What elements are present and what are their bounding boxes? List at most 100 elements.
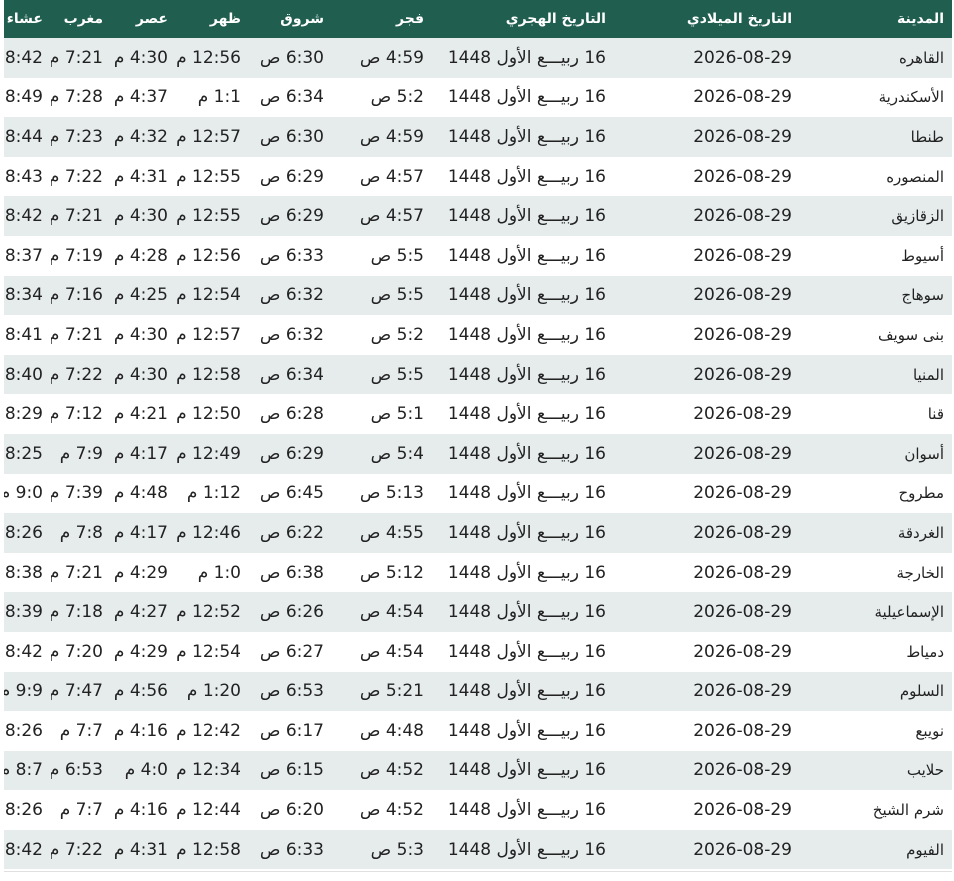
cell-gregorian-date: 2026-08-29	[693, 206, 792, 227]
cell-asr: 4:30 م	[113, 47, 168, 68]
cell-dhuhr: 12:50 م	[176, 404, 241, 425]
cell-city: قنا	[927, 405, 944, 424]
table-row: شرم الشيخ 2026-08-29 16 ربيـــع الأول 1448…	[4, 790, 952, 830]
cell-maghrib: 6:53 م	[51, 760, 103, 781]
cell-asr: 4:31 م	[113, 839, 168, 860]
table-row: القاهره 2026-08-29 16 ربيـــع الأول 1448 4:…	[4, 38, 952, 78]
cell-sunrise: 6:32 ص	[259, 285, 324, 306]
header-dhuhr: ظهر	[209, 11, 241, 27]
cell-dhuhr: 1:0 م	[197, 562, 241, 583]
cell-fajr: 4:59 ص	[359, 126, 424, 147]
cell-sunrise: 6:53 ص	[259, 681, 324, 702]
cell-fajr: 5:5 ص	[370, 364, 424, 385]
cell-maghrib: 7:16 م	[51, 285, 103, 306]
cell-asr: 4:17 م	[113, 443, 168, 464]
cell-sunrise: 6:30 ص	[259, 47, 324, 68]
cell-isha: 8:44 م	[4, 126, 43, 147]
cell-city: طنطا	[910, 127, 944, 146]
cell-maghrib: 7:7 م	[59, 720, 103, 741]
cell-fajr: 4:59 ص	[359, 47, 424, 68]
cell-gregorian-date: 2026-08-29	[693, 522, 792, 543]
cell-isha: 8:42 م	[4, 47, 43, 68]
cell-fajr: 5:21 ص	[359, 681, 424, 702]
cell-gregorian-date: 2026-08-29	[693, 126, 792, 147]
cell-hijri-date: 16 ربيـــع الأول 1448	[447, 839, 606, 860]
cell-dhuhr: 12:46 م	[176, 522, 241, 543]
cell-asr: 4:0 م	[124, 760, 168, 781]
cell-hijri-date: 16 ربيـــع الأول 1448	[447, 285, 606, 306]
cell-maghrib: 7:9 م	[59, 443, 103, 464]
cell-dhuhr: 12:57 م	[176, 126, 241, 147]
table-row: الأسكندرية 2026-08-29 16 ربيـــع الأول 144…	[4, 77, 952, 118]
cell-fajr: 4:57 ص	[359, 166, 424, 187]
cell-fajr: 5:13 ص	[359, 483, 424, 504]
cell-isha: 8:34 م	[4, 285, 43, 306]
cell-hijri-date: 16 ربيـــع الأول 1448	[447, 324, 606, 345]
cell-isha: 8:29 م	[4, 404, 43, 425]
cell-hijri-date: 16 ربيـــع الأول 1448	[447, 641, 606, 662]
table-bottom-divider	[4, 871, 952, 872]
cell-hijri-date: 16 ربيـــع الأول 1448	[447, 245, 606, 266]
cell-asr: 4:56 م	[113, 681, 168, 702]
cell-gregorian-date: 2026-08-29	[693, 602, 792, 623]
cell-asr: 4:16 م	[113, 720, 168, 741]
cell-gregorian-date: 2026-08-29	[693, 839, 792, 860]
cell-sunrise: 6:17 ص	[259, 720, 324, 741]
cell-fajr: 4:52 ص	[359, 760, 424, 781]
cell-city: الغردقة	[897, 523, 944, 542]
header-maghrib: مغرب	[63, 11, 103, 27]
cell-maghrib: 7:23 م	[51, 126, 103, 147]
cell-hijri-date: 16 ربيـــع الأول 1448	[447, 681, 606, 702]
cell-asr: 4:32 م	[113, 126, 168, 147]
cell-gregorian-date: 2026-08-29	[693, 285, 792, 306]
cell-maghrib: 7:21 م	[51, 324, 103, 345]
cell-city: الزقازيق	[891, 207, 944, 226]
cell-isha: 8:49 م	[4, 87, 43, 108]
cell-isha: 9:0 م	[4, 483, 43, 504]
cell-isha: 8:26 م	[4, 522, 43, 543]
cell-asr: 4:27 م	[113, 602, 168, 623]
cell-hijri-date: 16 ربيـــع الأول 1448	[447, 443, 606, 464]
cell-isha: 8:43 م	[4, 166, 43, 187]
cell-isha: 8:41 م	[4, 324, 43, 345]
cell-city: دمياط	[906, 642, 944, 661]
cell-sunrise: 6:34 ص	[259, 87, 324, 108]
prayer-times-page: المدينة التاريخ الميلادي التاريخ الهجري …	[0, 0, 954, 881]
cell-gregorian-date: 2026-08-29	[693, 641, 792, 662]
cell-maghrib: 7:21 م	[51, 206, 103, 227]
table-row: الإسماعيلية 2026-08-29 16 ربيـــع الأول 14…	[4, 592, 952, 632]
cell-asr: 4:21 م	[113, 404, 168, 425]
cell-hijri-date: 16 ربيـــع الأول 1448	[447, 126, 606, 147]
cell-fajr: 5:5 ص	[370, 285, 424, 306]
cell-hijri-date: 16 ربيـــع الأول 1448	[447, 522, 606, 543]
cell-maghrib: 7:12 م	[51, 404, 103, 425]
cell-maghrib: 7:22 م	[51, 839, 103, 860]
cell-isha: 8:40 م	[4, 364, 43, 385]
cell-gregorian-date: 2026-08-29	[693, 443, 792, 464]
cell-gregorian-date: 2026-08-29	[693, 681, 792, 702]
table-row: سوهاج 2026-08-29 16 ربيـــع الأول 1448 5:5 …	[4, 275, 952, 316]
cell-city: بنى سويف	[878, 325, 944, 344]
cell-dhuhr: 12:34 م	[176, 760, 241, 781]
table-row: حلايب 2026-08-29 16 ربيـــع الأول 1448 4:52…	[4, 750, 952, 791]
cell-city: السلوم	[899, 682, 944, 701]
cell-dhuhr: 12:49 م	[176, 443, 241, 464]
cell-sunrise: 6:29 ص	[259, 166, 324, 187]
cell-maghrib: 7:21 م	[51, 562, 103, 583]
cell-asr: 4:16 م	[113, 800, 168, 821]
cell-hijri-date: 16 ربيـــع الأول 1448	[447, 166, 606, 187]
cell-city: حلايب	[906, 761, 944, 780]
table-row: نويبع 2026-08-29 16 ربيـــع الأول 1448 4:48…	[4, 711, 952, 751]
cell-fajr: 5:12 ص	[359, 562, 424, 583]
cell-isha: 8:39 م	[4, 602, 43, 623]
cell-gregorian-date: 2026-08-29	[693, 87, 792, 108]
cell-dhuhr: 12:44 م	[176, 800, 241, 821]
cell-dhuhr: 12:57 م	[176, 324, 241, 345]
cell-gregorian-date: 2026-08-29	[693, 245, 792, 266]
cell-hijri-date: 16 ربيـــع الأول 1448	[447, 760, 606, 781]
cell-city: الفيوم	[906, 840, 944, 859]
cell-sunrise: 6:34 ص	[259, 364, 324, 385]
cell-isha: 8:38 م	[4, 562, 43, 583]
cell-asr: 4:29 م	[113, 641, 168, 662]
prayer-times-table: المدينة التاريخ الميلادي التاريخ الهجري …	[4, 0, 952, 870]
